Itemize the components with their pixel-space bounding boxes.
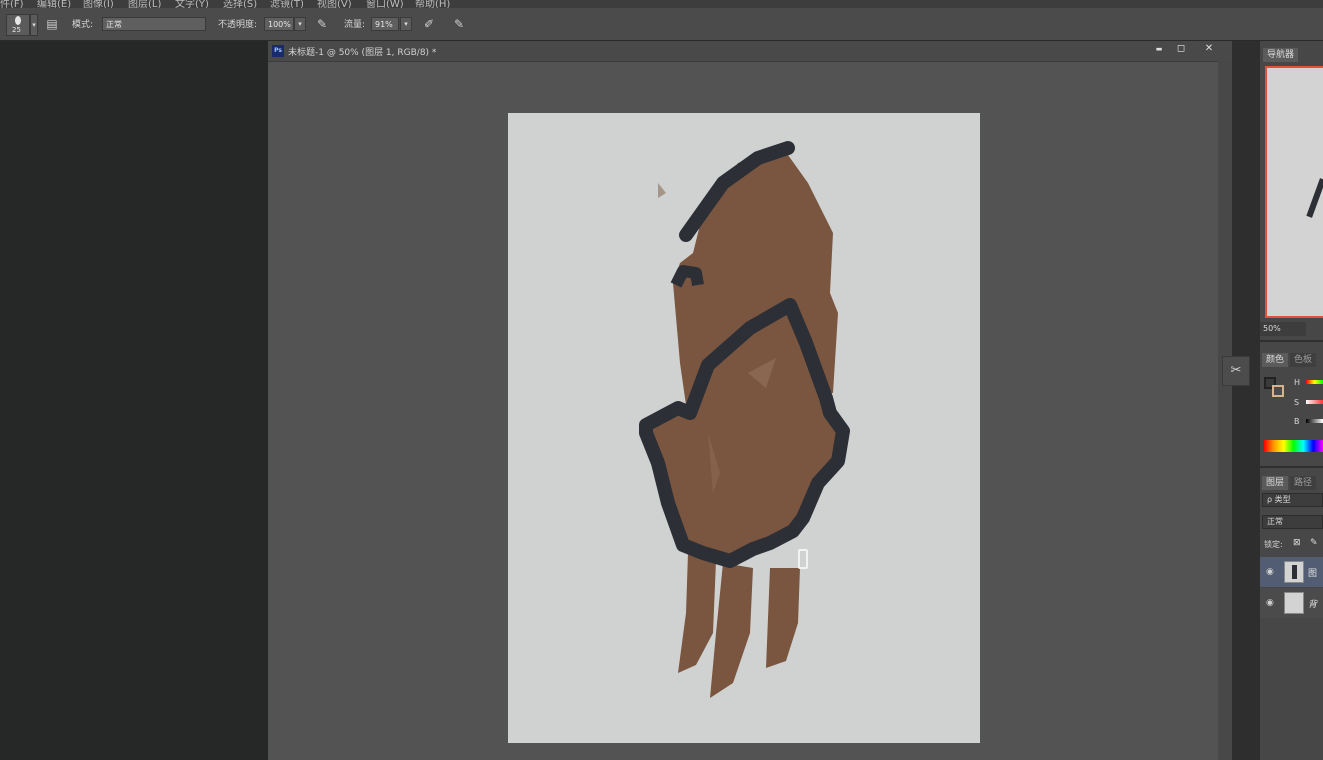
navigator-zoom-input[interactable]: 50% (1260, 322, 1306, 336)
menu-file[interactable]: 件(F) (0, 0, 24, 8)
highlight-stroke-3 (658, 183, 666, 198)
layer-thumbnail (1284, 592, 1304, 614)
menu-image[interactable]: 图像(I) (83, 0, 114, 8)
mode-label: 模式: (72, 20, 94, 30)
tab-swatches[interactable]: 色板 (1290, 353, 1317, 367)
layer-name: 背 (1308, 600, 1318, 610)
ps-icon: Ps (272, 45, 284, 57)
mode-select[interactable]: 正常 (102, 17, 206, 31)
fringe-strip-left (678, 553, 716, 673)
hue-label: H (1294, 378, 1301, 387)
brush-size-value: 25 (12, 26, 21, 34)
airbrush-icon[interactable]: ✐ (421, 16, 437, 32)
tab-color[interactable]: 颜色 (1262, 353, 1289, 367)
hue-slider[interactable] (1306, 380, 1323, 384)
panel-divider (1260, 340, 1323, 342)
menu-layer[interactable]: 图层(L) (128, 0, 161, 8)
close-button[interactable]: ✕ (1198, 42, 1220, 56)
menu-view[interactable]: 视图(V) (317, 0, 352, 8)
fringe-strip-right (766, 568, 800, 668)
brush-preset-dropdown[interactable]: ▾ (30, 14, 38, 36)
tab-layers[interactable]: 图层 (1262, 476, 1289, 490)
brush-preset-picker[interactable]: 25 (6, 14, 30, 36)
document-window: Ps 未标题-1 @ 50% (图层 1, RGB/8) * ▬ ◻ ✕ (268, 41, 1232, 760)
brush-tip-icon (15, 16, 21, 25)
menu-filter[interactable]: 滤镜(T) (270, 0, 304, 8)
layer-row[interactable]: ◉ 图 (1260, 557, 1323, 587)
cursor-indicator (798, 549, 808, 569)
vertical-scrollbar[interactable] (1218, 61, 1232, 760)
pressure-size-icon[interactable]: ✎ (451, 16, 467, 32)
flow-input[interactable]: 91% (371, 17, 399, 31)
pressure-opacity-icon[interactable]: ✎ (314, 16, 330, 32)
blend-mode-select[interactable]: 正常 (1262, 515, 1323, 529)
brightness-label: B (1294, 417, 1300, 426)
tool-presets-icon[interactable]: ✂ (1222, 356, 1250, 386)
saturation-slider[interactable] (1306, 400, 1323, 404)
fringe-strip-middle (710, 563, 753, 698)
lock-paint-icon[interactable]: ✎ (1310, 538, 1320, 548)
lock-transparency-icon[interactable]: ⊠ (1293, 538, 1303, 548)
opacity-dropdown[interactable]: ▾ (294, 17, 306, 31)
lock-label: 锁定: (1264, 540, 1283, 549)
brightness-slider[interactable] (1306, 419, 1323, 423)
eye-icon[interactable]: ◉ (1266, 567, 1276, 577)
panel-divider (1260, 466, 1323, 468)
layer-filter-select[interactable]: ρ 类型 (1262, 493, 1323, 507)
layer-thumbnail-mark (1292, 565, 1297, 579)
layer-name: 图 (1308, 569, 1318, 579)
brush-panel-toggle-icon[interactable]: ▤ (44, 16, 60, 32)
menu-edit[interactable]: 编辑(E) (37, 0, 71, 8)
painting-bracer (639, 141, 850, 698)
layer-thumbnail (1284, 561, 1304, 583)
color-spectrum-bar[interactable] (1264, 440, 1323, 452)
menu-bar: 件(F) 编辑(E) 图像(I) 图层(L) 文字(Y) 选择(S) 滤镜(T)… (0, 0, 1323, 8)
navigator-thumbnail[interactable] (1265, 66, 1323, 318)
document-title: 未标题-1 @ 50% (图层 1, RGB/8) * (288, 48, 437, 58)
options-bar: 25 ▾ ▤ 模式: 正常 不透明度: 100% ▾ ✎ 流量: 91% ▾ ✐… (0, 8, 1323, 41)
menu-window[interactable]: 窗口(W) (366, 0, 404, 8)
opacity-label: 不透明度: (218, 20, 258, 30)
opacity-input[interactable]: 100% (264, 17, 294, 31)
layer-row[interactable]: ◉ 背 (1260, 588, 1323, 618)
left-workspace (0, 41, 268, 760)
tab-navigator[interactable]: 导航器 (1263, 48, 1299, 62)
flow-dropdown[interactable]: ▾ (400, 17, 412, 31)
tab-paths[interactable]: 路径 (1290, 476, 1317, 490)
canvas[interactable] (508, 113, 980, 743)
flow-label: 流量: (344, 20, 366, 30)
minimize-button[interactable]: ▬ (1148, 42, 1170, 56)
document-tab[interactable]: Ps 未标题-1 @ 50% (图层 1, RGB/8) * ▬ ◻ ✕ (268, 41, 1232, 62)
background-color-swatch[interactable] (1272, 385, 1284, 397)
navigator-preview-mark (1306, 178, 1323, 218)
eye-icon[interactable]: ◉ (1266, 598, 1276, 608)
restore-button[interactable]: ◻ (1170, 42, 1192, 56)
menu-type[interactable]: 文字(Y) (175, 0, 209, 8)
collapsed-panel-strip (1232, 41, 1260, 760)
saturation-label: S (1294, 398, 1300, 407)
menu-help[interactable]: 帮助(H) (415, 0, 450, 8)
menu-select[interactable]: 选择(S) (223, 0, 257, 8)
